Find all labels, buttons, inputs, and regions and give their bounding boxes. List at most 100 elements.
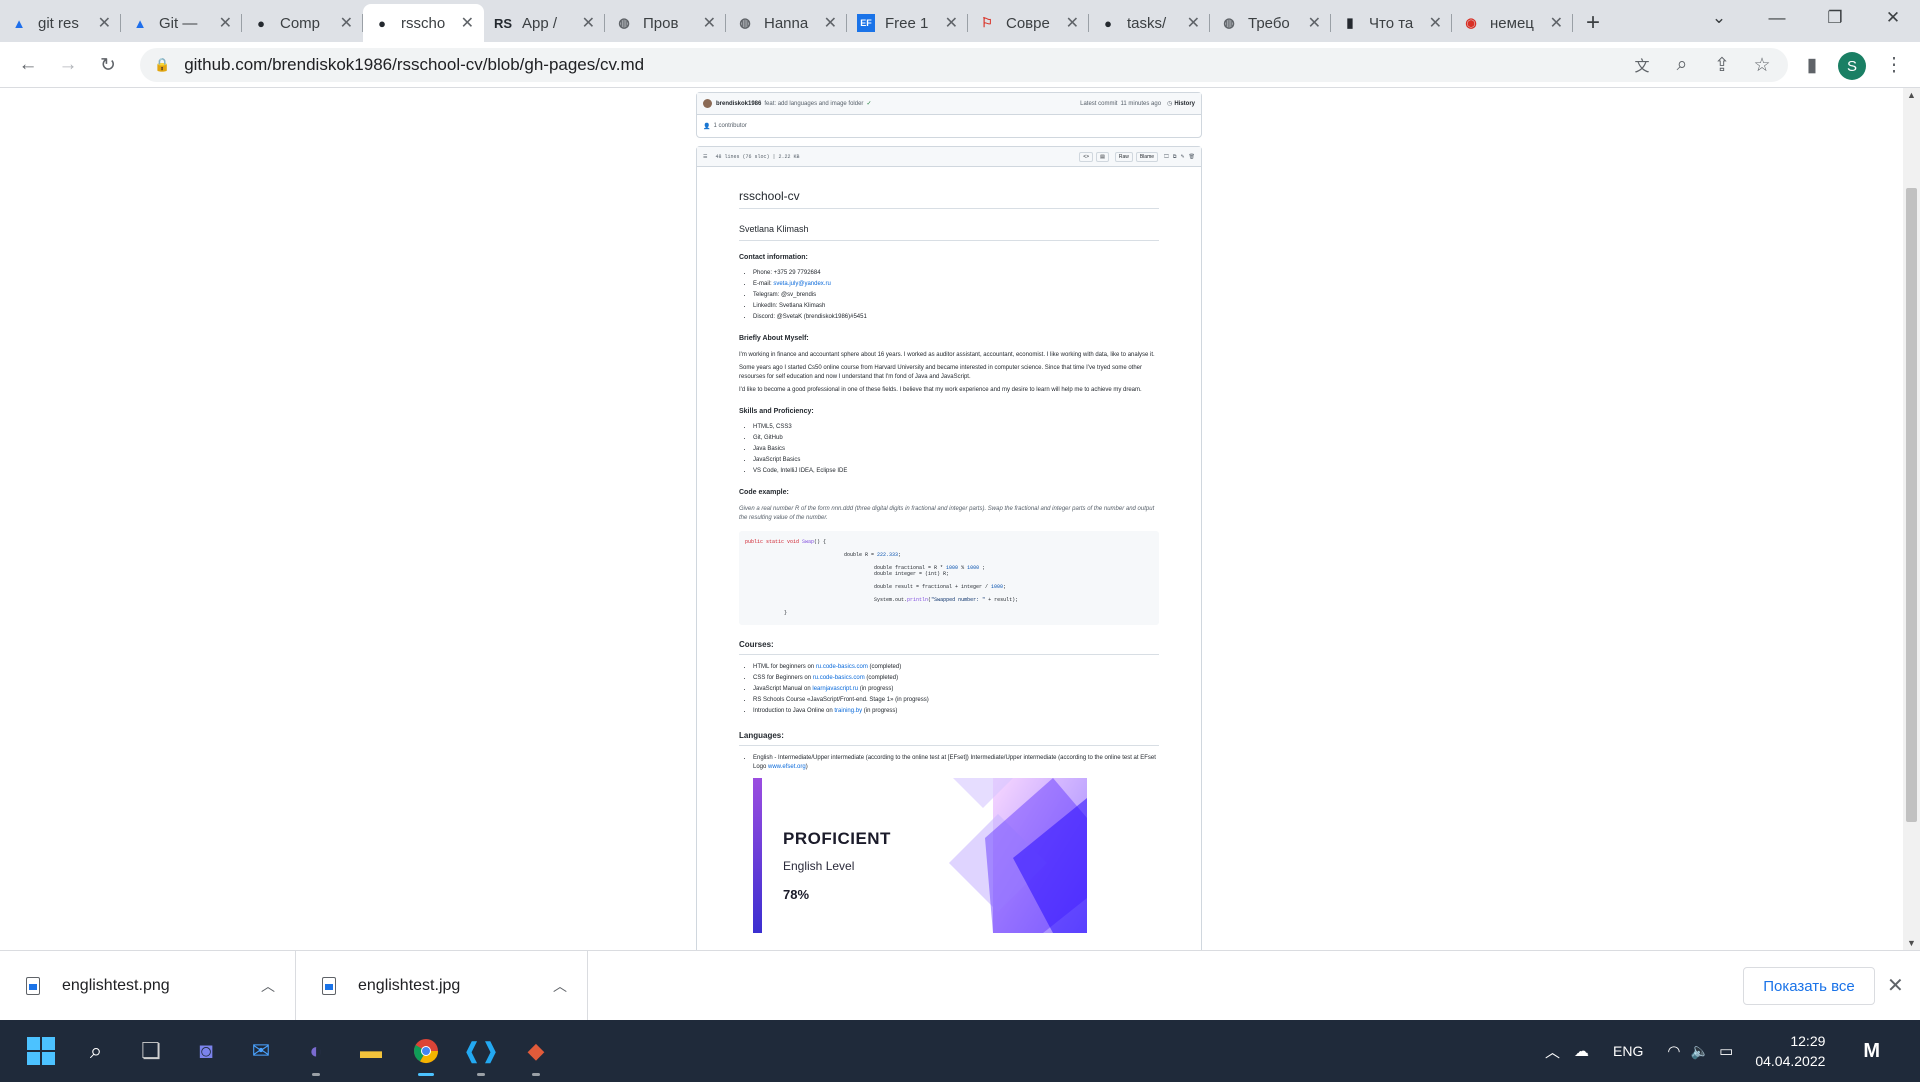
efset-link[interactable]: www.efset.org bbox=[768, 764, 806, 770]
commit-message[interactable]: feat: add languages and image folder bbox=[764, 101, 863, 107]
edit-pencil-icon[interactable]: ✎ bbox=[1180, 154, 1184, 160]
contributors-link[interactable]: 1 contributor bbox=[713, 123, 746, 129]
tab-strip: ▲ git res ✕ ▲ Git — ✕ ● Comp ✕ ● rsscho ✕ RS App / ✕ ◍ П… bbox=[0, 0, 1920, 42]
profile-avatar[interactable]: S bbox=[1838, 52, 1866, 80]
tab-close-icon[interactable]: ✕ bbox=[98, 13, 111, 33]
raw-button[interactable]: Raw bbox=[1114, 151, 1133, 162]
show-all-downloads-button[interactable]: Показать все bbox=[1743, 967, 1875, 1005]
copy-icon[interactable]: ⧉ bbox=[1173, 154, 1177, 160]
course-link[interactable]: learnjavascript.ru bbox=[812, 686, 858, 692]
browser-tab[interactable]: ◍ Hanna ✕ bbox=[726, 4, 847, 42]
course-link[interactable]: training.by bbox=[834, 708, 862, 714]
display-rendered-button[interactable]: ▤ bbox=[1096, 151, 1109, 162]
commit-box: brendiskok1986 feat: add languages and i… bbox=[696, 92, 1202, 138]
onedrive-cloud-icon[interactable]: ☁ bbox=[1574, 1042, 1589, 1060]
history-link[interactable]: History bbox=[1174, 101, 1195, 107]
tab-close-icon[interactable]: ✕ bbox=[582, 13, 595, 33]
download-shelf: englishtest.png ︿ englishtest.jpg ︿ Пока… bbox=[0, 950, 1920, 1021]
windows-start-icon[interactable] bbox=[24, 1034, 58, 1068]
tab-close-icon[interactable]: ✕ bbox=[1066, 13, 1079, 33]
tab-close-icon[interactable]: ✕ bbox=[1429, 13, 1442, 33]
file-explorer-icon[interactable]: ▬ bbox=[354, 1034, 388, 1068]
input-language[interactable]: ENG bbox=[1613, 1043, 1643, 1059]
teams-chat-icon[interactable]: ◙ bbox=[189, 1034, 223, 1068]
tab-close-icon[interactable]: ✕ bbox=[340, 13, 353, 33]
close-download-shelf-icon[interactable]: ✕ bbox=[1887, 973, 1904, 998]
wifi-icon[interactable]: ◠ bbox=[1667, 1042, 1680, 1060]
tab-close-icon[interactable]: ✕ bbox=[1308, 13, 1321, 33]
address-bar[interactable]: 🔒 github.com/brendiskok1986/rsschool-cv/… bbox=[140, 48, 1788, 82]
side-panel-icon[interactable]: ▮ bbox=[1796, 49, 1828, 81]
browser-tab[interactable]: ● Comp ✕ bbox=[242, 4, 363, 42]
restore-button[interactable]: ❐ bbox=[1806, 0, 1864, 36]
lock-icon[interactable]: 🔒 bbox=[154, 57, 170, 73]
translate-icon[interactable]: 文 bbox=[1626, 49, 1658, 81]
browser-tab[interactable]: ▲ Git — ✕ bbox=[121, 4, 242, 42]
chrome-icon[interactable] bbox=[409, 1034, 443, 1076]
new-tab-button[interactable]: + bbox=[1573, 4, 1613, 42]
delete-trash-icon[interactable]: 🗑 bbox=[1189, 154, 1195, 160]
tab-active[interactable]: ● rsscho ✕ bbox=[363, 4, 484, 42]
tab-label: Free 1 bbox=[885, 14, 929, 32]
minimize-button[interactable]: — bbox=[1748, 0, 1806, 36]
tab-close-icon[interactable]: ✕ bbox=[824, 13, 837, 33]
share-icon[interactable]: ⇪ bbox=[1706, 49, 1738, 81]
back-arrow-icon[interactable]: ← bbox=[12, 49, 44, 81]
tab-close-icon[interactable]: ✕ bbox=[703, 13, 716, 33]
task-view-icon[interactable]: ❏ bbox=[134, 1034, 168, 1068]
skill-item: Git, GitHub bbox=[753, 434, 1159, 443]
tray-chevron-up-icon[interactable]: ︿ bbox=[1545, 1041, 1560, 1062]
volume-icon[interactable]: 🔈 bbox=[1690, 1042, 1709, 1060]
tab-close-icon[interactable]: ✕ bbox=[1187, 13, 1200, 33]
chevron-up-icon[interactable]: ︿ bbox=[261, 976, 275, 996]
search-icon[interactable]: ⌕ bbox=[79, 1034, 113, 1068]
menu-kebab-icon[interactable]: ⋮ bbox=[1878, 49, 1910, 81]
tab-search-icon[interactable]: ⌄ bbox=[1690, 0, 1748, 36]
download-item[interactable]: englishtest.jpg ︿ bbox=[296, 951, 588, 1021]
courses-list: HTML for beginners on ru.code-basics.com… bbox=[739, 663, 1159, 716]
blame-button[interactable]: Blame bbox=[1135, 151, 1159, 162]
tab-close-icon[interactable]: ✕ bbox=[461, 13, 474, 33]
display-source-button[interactable]: <> bbox=[1079, 151, 1094, 162]
tab-close-icon[interactable]: ✕ bbox=[1550, 13, 1563, 33]
mail-icon[interactable]: ✉ bbox=[244, 1034, 278, 1068]
bookmark-star-icon[interactable]: ☆ bbox=[1746, 49, 1778, 81]
email-link[interactable]: sveta.july@yandex.ru bbox=[773, 281, 830, 287]
desktop-icon[interactable]: 🖵 bbox=[1164, 154, 1169, 160]
eclipse-icon[interactable]: ◐ bbox=[299, 1034, 333, 1076]
download-item[interactable]: englishtest.png ︿ bbox=[0, 951, 296, 1021]
browser-tab[interactable]: EF Free 1 ✕ bbox=[847, 4, 968, 42]
vscode-icon[interactable]: ❰❱ bbox=[463, 1034, 499, 1076]
commit-time[interactable]: 11 minutes ago bbox=[1120, 101, 1161, 107]
code-block[interactable]: public static void Swap() { double R = 2… bbox=[739, 530, 1159, 625]
clock[interactable]: 12:29 04.04.2022 bbox=[1755, 1031, 1825, 1071]
reload-icon[interactable]: ↻ bbox=[92, 49, 124, 81]
browser-tab[interactable]: ◍ Требо ✕ bbox=[1210, 4, 1331, 42]
browser-tab[interactable]: ◉ немец ✕ bbox=[1452, 4, 1573, 42]
chevron-up-icon[interactable]: ︿ bbox=[553, 976, 567, 996]
course-link[interactable]: ru.code-basics.com bbox=[816, 664, 868, 670]
forward-arrow-icon[interactable]: → bbox=[52, 49, 84, 81]
author-avatar[interactable] bbox=[703, 99, 712, 108]
page-scrollbar[interactable]: ▲ ▼ bbox=[1903, 88, 1920, 950]
battery-icon[interactable]: ▭ bbox=[1719, 1042, 1733, 1060]
tab-close-icon[interactable]: ✕ bbox=[945, 13, 958, 33]
scroll-up-arrow-icon[interactable]: ▲ bbox=[1907, 90, 1916, 100]
course-link[interactable]: ru.code-basics.com bbox=[813, 675, 865, 681]
tab-close-icon[interactable]: ✕ bbox=[219, 13, 232, 33]
browser-tab[interactable]: ⚐ Совре ✕ bbox=[968, 4, 1089, 42]
browser-tab[interactable]: RS App / ✕ bbox=[484, 4, 605, 42]
outline-icon[interactable]: ☰ bbox=[703, 154, 707, 160]
zoom-icon[interactable]: ⌕ bbox=[1666, 49, 1698, 81]
browser-tab[interactable]: ◍ Пров ✕ bbox=[605, 4, 726, 42]
browser-tab[interactable]: ● tasks/ ✕ bbox=[1089, 4, 1210, 42]
scroll-down-arrow-icon[interactable]: ▼ bbox=[1907, 938, 1916, 948]
close-window-button[interactable]: ✕ bbox=[1864, 0, 1920, 36]
browser-tab[interactable]: ▮ Что та ✕ bbox=[1331, 4, 1452, 42]
browser-tab[interactable]: ▲ git res ✕ bbox=[0, 4, 121, 42]
notification-icon[interactable]: M bbox=[1863, 1040, 1880, 1063]
commit-author[interactable]: brendiskok1986 bbox=[716, 101, 761, 107]
rs-school-icon: RS bbox=[493, 15, 513, 31]
git-app-icon[interactable]: ◆ bbox=[519, 1034, 553, 1076]
scrollbar-thumb[interactable] bbox=[1906, 188, 1917, 822]
